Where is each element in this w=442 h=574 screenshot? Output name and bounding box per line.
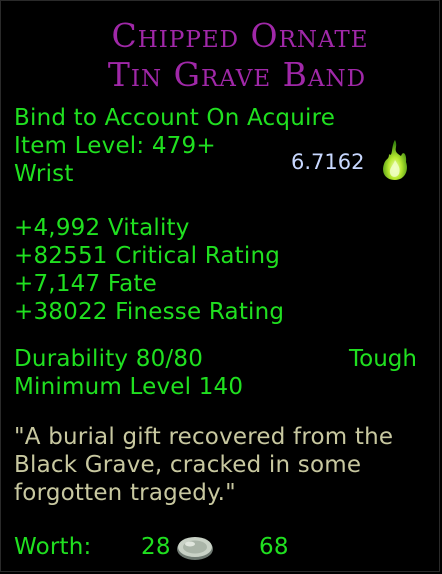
flavor-text-line-3: forgotten tragedy." xyxy=(14,480,236,506)
item-name-line-1: Chipped Ornate xyxy=(111,16,369,55)
item-tooltip: Chipped Ornate Tin Grave Band Bind to Ac… xyxy=(0,0,440,572)
minimum-level: Minimum Level 140 xyxy=(14,374,244,400)
item-slot: Wrist xyxy=(14,161,74,187)
stat-finesse-rating: +38022 Finesse Rating xyxy=(14,299,285,325)
stat-vitality: +4,992 Vitality xyxy=(14,215,190,241)
item-name-line-2: Tin Grave Band xyxy=(107,55,367,94)
durability: Durability 80/80 xyxy=(14,346,204,372)
worth-label: Worth: xyxy=(14,534,92,560)
worth-copper: 68 xyxy=(259,534,289,560)
durability-type: Tough xyxy=(349,346,417,372)
stat-critical-rating: +82551 Critical Rating xyxy=(14,243,281,269)
dps-value: 6.7162 xyxy=(291,150,365,174)
green-flame-icon xyxy=(379,138,411,186)
worth-silver: 28 xyxy=(141,534,171,560)
bind-text: Bind to Account On Acquire xyxy=(14,105,336,131)
flavor-text-line-1: "A burial gift recovered from the xyxy=(14,424,394,450)
item-level: Item Level: 479+ xyxy=(14,133,216,159)
stat-fate: +7,147 Fate xyxy=(14,271,158,297)
flavor-text-line-2: Black Grave, cracked in some xyxy=(14,452,362,478)
silver-coin-icon xyxy=(175,534,215,566)
